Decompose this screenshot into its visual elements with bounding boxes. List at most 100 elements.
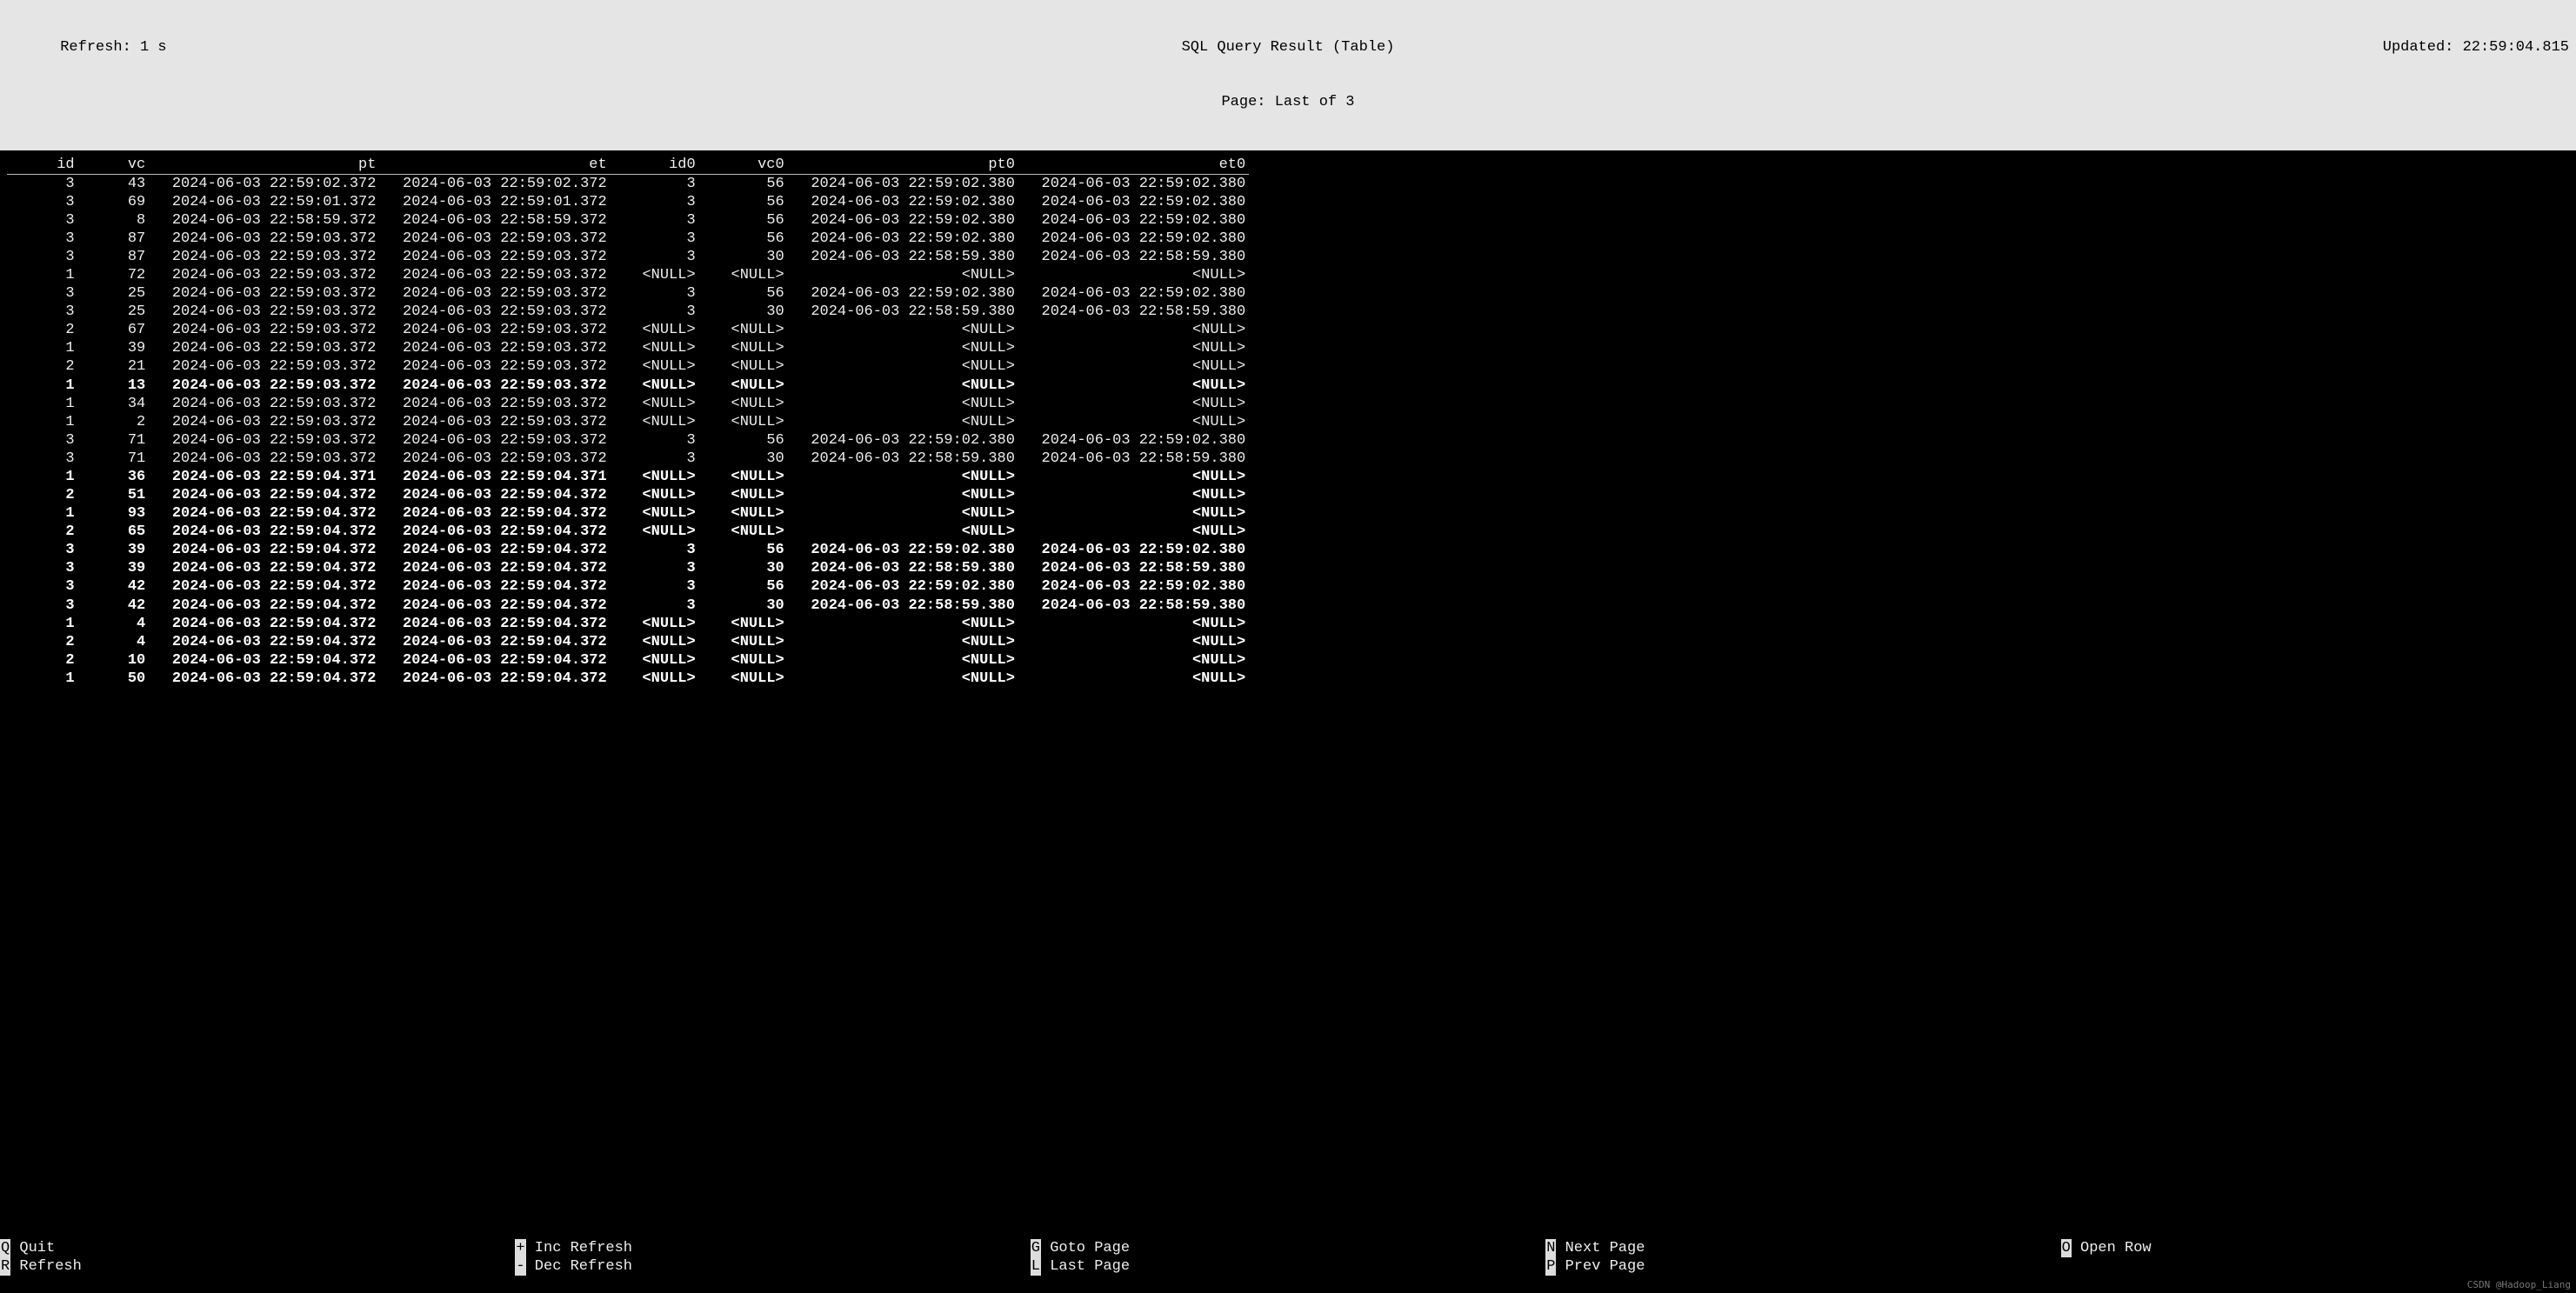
cell-pt: 2024-06-03 22:59:04.372 <box>149 559 379 577</box>
table-row[interactable]: 1132024-06-03 22:59:03.3722024-06-03 22:… <box>7 377 1249 395</box>
cell-et0: <NULL> <box>1018 523 1249 541</box>
cell-et: 2024-06-03 22:59:03.372 <box>379 284 610 303</box>
cell-et0: 2024-06-03 22:59:02.380 <box>1018 541 1249 559</box>
cell-vc: 42 <box>78 577 150 596</box>
cell-vc: 87 <box>78 230 150 248</box>
cell-pt: 2024-06-03 22:59:03.372 <box>149 450 379 468</box>
cell-vc0: <NULL> <box>699 377 788 395</box>
cell-pt0: <NULL> <box>788 266 1018 284</box>
table-row[interactable]: 242024-06-03 22:59:04.3722024-06-03 22:5… <box>7 633 1249 651</box>
table-row[interactable]: 2512024-06-03 22:59:04.3722024-06-03 22:… <box>7 486 1249 504</box>
cell-id: 2 <box>7 523 78 541</box>
help-key-inc-refresh[interactable]: + Inc Refresh <box>515 1239 1030 1257</box>
cell-id: 3 <box>7 303 78 321</box>
help-key-open-row[interactable]: O Open Row <box>2061 1239 2576 1257</box>
table-row[interactable]: 3252024-06-03 22:59:03.3722024-06-03 22:… <box>7 303 1249 321</box>
table-row[interactable]: 3872024-06-03 22:59:03.3722024-06-03 22:… <box>7 248 1249 266</box>
cell-et0: 2024-06-03 22:59:02.380 <box>1018 193 1249 211</box>
cell-vc: 50 <box>78 670 150 688</box>
cell-vc0: <NULL> <box>699 413 788 431</box>
cell-pt: 2024-06-03 22:59:03.372 <box>149 303 379 321</box>
table-row[interactable]: 382024-06-03 22:58:59.3722024-06-03 22:5… <box>7 211 1249 230</box>
cell-id0: 3 <box>611 174 699 193</box>
table-header-row: id vc pt et id0 vc0 pt0 et0 <box>7 156 1249 175</box>
cell-pt: 2024-06-03 22:59:03.372 <box>149 339 379 357</box>
cell-et: 2024-06-03 22:59:03.372 <box>379 395 610 413</box>
help-key-goto-page[interactable]: G Goto Page <box>1031 1239 1545 1257</box>
cell-vc: 39 <box>78 541 150 559</box>
cell-vc0: <NULL> <box>699 468 788 486</box>
cell-id0: <NULL> <box>611 504 699 523</box>
cell-id: 3 <box>7 541 78 559</box>
help-key-prev-page[interactable]: P Prev Page <box>1545 1257 2060 1276</box>
table-row[interactable]: 3392024-06-03 22:59:04.3722024-06-03 22:… <box>7 541 1249 559</box>
table-row[interactable]: 2102024-06-03 22:59:04.3722024-06-03 22:… <box>7 651 1249 670</box>
table-row[interactable]: 1502024-06-03 22:59:04.3722024-06-03 22:… <box>7 670 1249 688</box>
table-row[interactable]: 3712024-06-03 22:59:03.3722024-06-03 22:… <box>7 431 1249 450</box>
table-row[interactable]: 3392024-06-03 22:59:04.3722024-06-03 22:… <box>7 559 1249 577</box>
help-label: Quit <box>10 1240 55 1256</box>
table-row[interactable]: 142024-06-03 22:59:04.3722024-06-03 22:5… <box>7 615 1249 633</box>
table-row[interactable]: 1342024-06-03 22:59:03.3722024-06-03 22:… <box>7 395 1249 413</box>
cell-id: 1 <box>7 339 78 357</box>
cell-id0: <NULL> <box>611 266 699 284</box>
cell-id: 3 <box>7 450 78 468</box>
cell-vc0: 56 <box>699 230 788 248</box>
cell-id: 1 <box>7 670 78 688</box>
table-row[interactable]: 3252024-06-03 22:59:03.3722024-06-03 22:… <box>7 284 1249 303</box>
table-row[interactable]: 3432024-06-03 22:59:02.3722024-06-03 22:… <box>7 174 1249 193</box>
table-row[interactable]: 2212024-06-03 22:59:03.3722024-06-03 22:… <box>7 357 1249 376</box>
cell-pt: 2024-06-03 22:59:03.372 <box>149 321 379 339</box>
cell-id0: <NULL> <box>611 633 699 651</box>
cell-id: 1 <box>7 615 78 633</box>
cell-id0: <NULL> <box>611 486 699 504</box>
table-row[interactable]: 1392024-06-03 22:59:03.3722024-06-03 22:… <box>7 339 1249 357</box>
cell-vc: 36 <box>78 468 150 486</box>
table-row[interactable]: 2652024-06-03 22:59:04.3722024-06-03 22:… <box>7 523 1249 541</box>
result-table: id vc pt et id0 vc0 pt0 et0 3432024-06-0… <box>7 156 1249 688</box>
help-key-last-page[interactable]: L Last Page <box>1031 1257 1545 1276</box>
cell-pt0: 2024-06-03 22:58:59.380 <box>788 248 1018 266</box>
cell-vc: 71 <box>78 431 150 450</box>
help-label: Next Page <box>1556 1240 1645 1256</box>
cell-pt: 2024-06-03 22:58:59.372 <box>149 211 379 230</box>
table-row[interactable]: 3692024-06-03 22:59:01.3722024-06-03 22:… <box>7 193 1249 211</box>
table-row[interactable]: 3422024-06-03 22:59:04.3722024-06-03 22:… <box>7 577 1249 596</box>
cell-pt0: <NULL> <box>788 395 1018 413</box>
table-row[interactable]: 2672024-06-03 22:59:03.3722024-06-03 22:… <box>7 321 1249 339</box>
table-row[interactable]: 3712024-06-03 22:59:03.3722024-06-03 22:… <box>7 450 1249 468</box>
table-row[interactable]: 1722024-06-03 22:59:03.3722024-06-03 22:… <box>7 266 1249 284</box>
cell-et0: 2024-06-03 22:58:59.380 <box>1018 248 1249 266</box>
table-row[interactable]: 3872024-06-03 22:59:03.3722024-06-03 22:… <box>7 230 1249 248</box>
help-key-quit[interactable]: Q Quit <box>0 1239 515 1257</box>
cell-pt0: <NULL> <box>788 615 1018 633</box>
col-id: id <box>7 156 78 175</box>
cell-id0: <NULL> <box>611 413 699 431</box>
cell-id0: 3 <box>611 597 699 615</box>
cell-et0: 2024-06-03 22:59:02.380 <box>1018 431 1249 450</box>
cell-vc: 39 <box>78 559 150 577</box>
keycap: N <box>1545 1239 1556 1257</box>
help-key-dec-refresh[interactable]: - Dec Refresh <box>515 1257 1030 1276</box>
table-row[interactable]: 122024-06-03 22:59:03.3722024-06-03 22:5… <box>7 413 1249 431</box>
table-row[interactable]: 1362024-06-03 22:59:04.3712024-06-03 22:… <box>7 468 1249 486</box>
cell-pt0: <NULL> <box>788 468 1018 486</box>
cell-id: 3 <box>7 174 78 193</box>
table-row[interactable]: 1932024-06-03 22:59:04.3722024-06-03 22:… <box>7 504 1249 523</box>
cell-pt: 2024-06-03 22:59:03.372 <box>149 266 379 284</box>
cell-vc0: <NULL> <box>699 615 788 633</box>
cell-et0: 2024-06-03 22:59:02.380 <box>1018 577 1249 596</box>
cell-et: 2024-06-03 22:59:03.372 <box>379 303 610 321</box>
cell-vc: 8 <box>78 211 150 230</box>
help-key-next-page[interactable]: N Next Page <box>1545 1239 2060 1257</box>
help-key-refresh[interactable]: R Refresh <box>0 1257 515 1276</box>
cell-et0: 2024-06-03 22:58:59.380 <box>1018 597 1249 615</box>
cell-id: 3 <box>7 559 78 577</box>
cell-id: 3 <box>7 193 78 211</box>
cell-vc: 4 <box>78 615 150 633</box>
table-row[interactable]: 3422024-06-03 22:59:04.3722024-06-03 22:… <box>7 597 1249 615</box>
help-col: + Inc Refresh- Dec Refresh <box>515 1239 1030 1276</box>
cell-id0: 3 <box>611 559 699 577</box>
cell-pt0: 2024-06-03 22:59:02.380 <box>788 284 1018 303</box>
cell-et: 2024-06-03 22:59:03.372 <box>379 357 610 376</box>
